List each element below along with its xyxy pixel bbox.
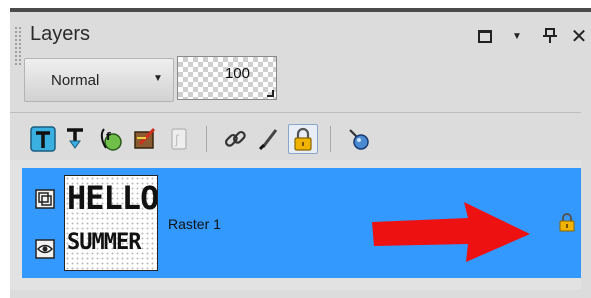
visibility-toggle-icon[interactable] — [344, 124, 374, 154]
layer-group-icon[interactable]: ʃ — [164, 124, 194, 154]
toolbar-divider — [206, 126, 207, 152]
layer-effects-icon[interactable] — [130, 124, 160, 154]
eye-icon[interactable] — [34, 238, 56, 260]
annotation-arrow-icon — [372, 202, 530, 262]
blend-mode-value: Normal — [51, 72, 100, 89]
window-restore-icon[interactable] — [476, 24, 494, 48]
brush-icon[interactable] — [254, 124, 284, 154]
layer-group-toggle-icon[interactable] — [34, 188, 56, 210]
resize-corner-icon — [267, 90, 274, 97]
layers-toolbar: f ʃ — [24, 118, 581, 162]
thumbnail-text: HELLO — [67, 179, 158, 217]
layer-thumbnail: HELLO SUMMER — [64, 175, 158, 271]
divider — [10, 112, 581, 113]
close-icon[interactable]: ✕ — [570, 24, 588, 48]
layer-name: Raster 1 — [168, 216, 221, 232]
opacity-field[interactable]: 100 — [177, 56, 277, 100]
panel-grip[interactable] — [14, 26, 22, 66]
lock-transparency-icon[interactable] — [288, 124, 318, 154]
merge-down-icon[interactable] — [60, 124, 90, 154]
thumbnail-text: SUMMER — [67, 230, 141, 255]
dropdown-arrow-icon[interactable]: ▼ — [510, 24, 524, 48]
opacity-value: 100 — [224, 65, 250, 82]
pin-icon[interactable] — [542, 24, 558, 48]
svg-text:f: f — [106, 130, 111, 143]
new-layer-icon[interactable] — [28, 124, 58, 154]
new-mask-icon[interactable]: f — [96, 124, 126, 154]
panel-title: Layers — [30, 23, 91, 45]
toolbar-divider — [330, 126, 331, 152]
layer-row[interactable]: HELLO SUMMER Raster 1 — [22, 168, 581, 278]
chevron-down-icon: ▼ — [153, 73, 163, 84]
link-icon[interactable] — [220, 124, 250, 154]
lock-icon[interactable] — [558, 212, 576, 237]
blend-mode-dropdown[interactable]: Normal ▼ — [24, 58, 174, 102]
layers-list: HELLO SUMMER Raster 1 — [10, 160, 581, 290]
